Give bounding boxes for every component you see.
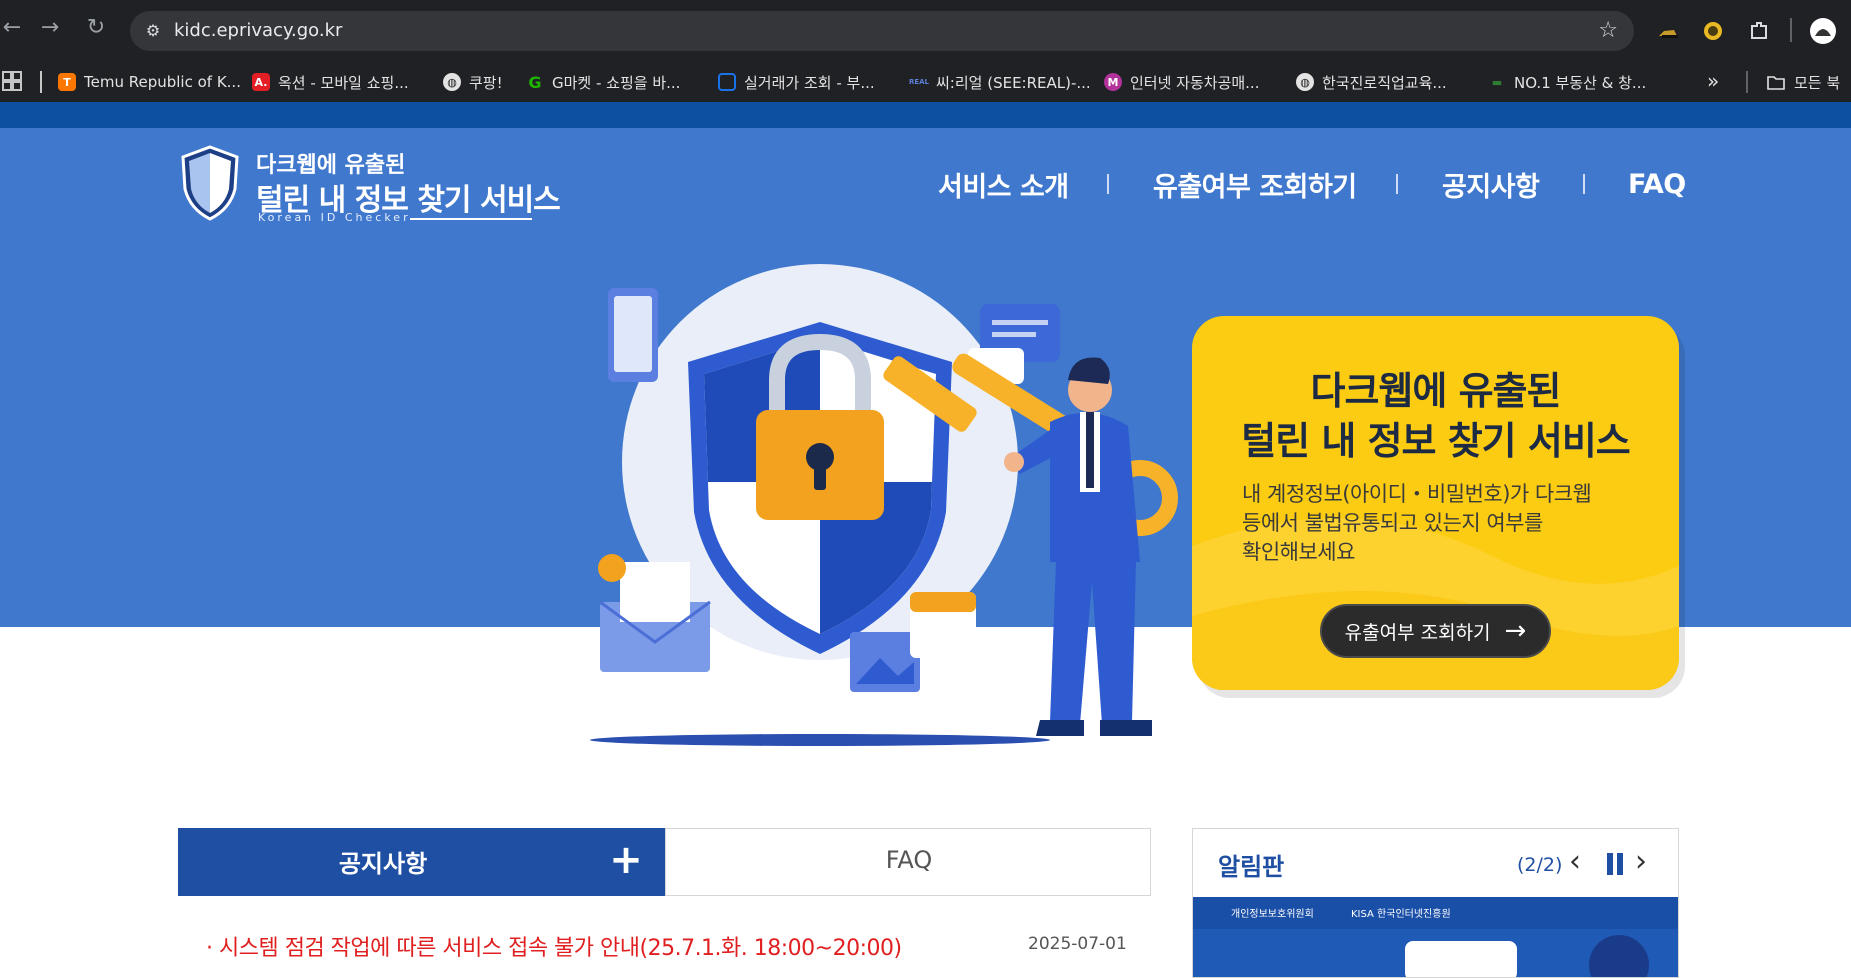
- auto-auction-icon: M: [1104, 73, 1122, 91]
- site-logo[interactable]: 다크웹에 유출된 털린 내 정보 찾기 서비스 Korean ID Checke…: [180, 145, 600, 235]
- bookmarks-bar: T Temu Republic of K... A. 옥션 - 모바일 쇼핑..…: [0, 62, 1851, 103]
- gmarket-icon: G: [528, 72, 542, 92]
- all-bookmarks-label: 모든 북: [1794, 73, 1841, 92]
- bookmarks-divider: [1746, 71, 1748, 93]
- apps-grid-icon[interactable]: [2, 71, 22, 91]
- notice-item-title[interactable]: · 시스템 점검 작업에 따른 서비스 접속 불가 안내(25.7.1.화. 1…: [206, 930, 902, 962]
- bookmark-career[interactable]: ◍ 한국진로직업교육...: [1296, 68, 1447, 96]
- site-settings-icon[interactable]: ⚙: [142, 20, 164, 42]
- profile-avatar[interactable]: [1810, 18, 1836, 44]
- folder-icon: [1767, 76, 1785, 90]
- toolbar-divider: [1790, 18, 1792, 42]
- extensions-puzzle-icon[interactable]: [1746, 18, 1772, 44]
- nav-notice[interactable]: 공지사항: [1442, 164, 1540, 204]
- nav-divider: [1396, 174, 1398, 194]
- promo-desc-line3: 확인해보세요: [1242, 540, 1355, 564]
- notice-item-date: 2025-07-01: [1028, 934, 1127, 954]
- bookmark-coupang[interactable]: ◍ 쿠팡!: [443, 68, 503, 96]
- notice-board: 알림판 (2/2) ‹ › 개인정보보호위원회 KISA 한국인터넷진흥원: [1192, 828, 1679, 978]
- bookmark-seereal[interactable]: REAL 씨:리얼 (SEE:REAL)-...: [908, 68, 1091, 96]
- promo-desc-line1: 내 계정정보(아이디・비밀번호)가 다크웹: [1242, 482, 1592, 506]
- tab-faq-label: FAQ: [885, 846, 933, 874]
- bookmark-gmarket[interactable]: G G마켓 - 쇼핑을 바...: [526, 68, 680, 96]
- globe-icon: ◍: [1296, 73, 1314, 91]
- realestate-icon: ▬: [1491, 75, 1503, 89]
- globe-icon: ◍: [443, 73, 461, 91]
- url-text[interactable]: kidc.eprivacy.go.kr: [174, 20, 342, 42]
- bookmark-auto-auction[interactable]: M 인터넷 자동차공매...: [1104, 68, 1259, 96]
- promo-desc-line2: 등에서 불법유통되고 있는지 여부를: [1242, 511, 1543, 535]
- bookmark-temu[interactable]: T Temu Republic of K...: [58, 68, 241, 96]
- nav-label: 서비스 소개: [938, 171, 1069, 203]
- board-title: 알림판: [1218, 853, 1285, 881]
- nav-service-intro[interactable]: 서비스 소개: [938, 164, 1069, 204]
- logo-underline: [410, 218, 532, 220]
- more-plus-icon[interactable]: +: [602, 836, 650, 884]
- auction-icon: A.: [252, 73, 270, 91]
- banner-org-kisa: KISA 한국인터넷진흥원: [1351, 909, 1451, 920]
- forward-icon[interactable]: →: [38, 16, 62, 40]
- leak-check-button[interactable]: 유출여부 조회하기 →: [1320, 604, 1551, 658]
- logo-subtitle: Korean ID Checker: [258, 211, 411, 224]
- tab-faq[interactable]: FAQ: [665, 828, 1151, 896]
- bookmark-label: 옥션 - 모바일 쇼핑...: [278, 73, 409, 92]
- back-icon[interactable]: ←: [0, 16, 24, 40]
- promo-description: 내 계정정보(아이디・비밀번호)가 다크웹 등에서 불법유통되고 있는지 여부를…: [1242, 480, 1642, 567]
- nav-divider: [1107, 174, 1109, 194]
- tab-notice-label: 공지사항: [338, 850, 428, 878]
- security-illustration: [590, 264, 1178, 746]
- nav-label: FAQ: [1628, 168, 1686, 200]
- bookmarks-divider: [40, 71, 42, 93]
- reload-icon[interactable]: ↻: [84, 16, 108, 40]
- bookmark-label: 쿠팡!: [469, 73, 503, 92]
- bookmark-star-icon[interactable]: ☆: [1598, 19, 1618, 43]
- bookmark-label: G마켓 - 쇼핑을 바...: [552, 73, 681, 92]
- banner-header: 개인정보보호위원회 KISA 한국인터넷진흥원: [1193, 897, 1678, 929]
- bookmark-label: Temu Republic of K...: [84, 73, 241, 91]
- nav-leak-check[interactable]: 유출여부 조회하기: [1153, 164, 1357, 204]
- temu-icon: T: [58, 73, 76, 91]
- bookmark-label: NO.1 부동산 & 창...: [1514, 73, 1647, 92]
- nav-label: 유출여부 조회하기: [1153, 171, 1357, 203]
- extension-coin-icon[interactable]: [1700, 18, 1726, 44]
- tab-notice[interactable]: 공지사항 +: [178, 828, 665, 896]
- board-page-count: (2/2): [1517, 854, 1563, 876]
- leak-check-button-label: 유출여부 조회하기: [1344, 621, 1491, 644]
- nav-divider: [1583, 174, 1585, 194]
- bookmarks-overflow-icon[interactable]: »: [1707, 69, 1719, 93]
- browser-toolbar: ← → ↻ ⚙ kidc.eprivacy.go.kr ☆: [0, 0, 1851, 62]
- nav-label: 공지사항: [1442, 171, 1540, 203]
- bookmark-label: 실거래가 조회 - 부...: [744, 73, 875, 92]
- banner-org-pipc: 개인정보보호위원회: [1231, 909, 1314, 920]
- promo-title: 다크웹에 유출된 털린 내 정보 찾기 서비스: [1192, 366, 1679, 466]
- nav-faq[interactable]: FAQ: [1628, 164, 1686, 204]
- extension-hat-icon[interactable]: [1656, 18, 1682, 44]
- chevron-right-icon[interactable]: ›: [1635, 847, 1647, 877]
- realprice-icon: [718, 73, 736, 91]
- bookmark-realprice[interactable]: 실거래가 조회 - 부...: [718, 68, 875, 96]
- chevron-left-icon[interactable]: ‹: [1569, 847, 1581, 877]
- ground-shadow: [590, 734, 1050, 746]
- site-top-strip: [0, 102, 1851, 128]
- promo-title-line1: 다크웹에 유출된: [1310, 369, 1562, 413]
- banner-plus-icon: [1589, 935, 1649, 977]
- bookmark-auction[interactable]: A. 옥션 - 모바일 쇼핑...: [252, 68, 409, 96]
- all-bookmarks-folder[interactable]: 모든 북: [1766, 68, 1840, 96]
- bookmark-label: 씨:리얼 (SEE:REAL)-...: [936, 73, 1091, 92]
- phone-icon: [608, 288, 658, 382]
- seereal-icon: REAL: [908, 78, 930, 86]
- banner-card: [1405, 941, 1517, 977]
- pause-icon[interactable]: [1605, 853, 1625, 875]
- bookmark-label: 인터넷 자동차공매...: [1130, 73, 1260, 92]
- shield-logo-icon: [181, 145, 239, 221]
- address-bar[interactable]: ⚙ kidc.eprivacy.go.kr ☆: [130, 11, 1634, 51]
- board-banner[interactable]: 개인정보보호위원회 KISA 한국인터넷진흥원: [1193, 897, 1678, 977]
- promo-title-line2: 털린 내 정보 찾기 서비스: [1241, 419, 1631, 463]
- bookmark-realestate[interactable]: ▬ NO.1 부동산 & 창...: [1488, 68, 1646, 96]
- bookmark-label: 한국진로직업교육...: [1322, 73, 1447, 92]
- promo-card: 다크웹에 유출된 털린 내 정보 찾기 서비스 내 계정정보(아이디・비밀번호)…: [1192, 316, 1679, 690]
- arrow-right-icon: →: [1504, 616, 1527, 646]
